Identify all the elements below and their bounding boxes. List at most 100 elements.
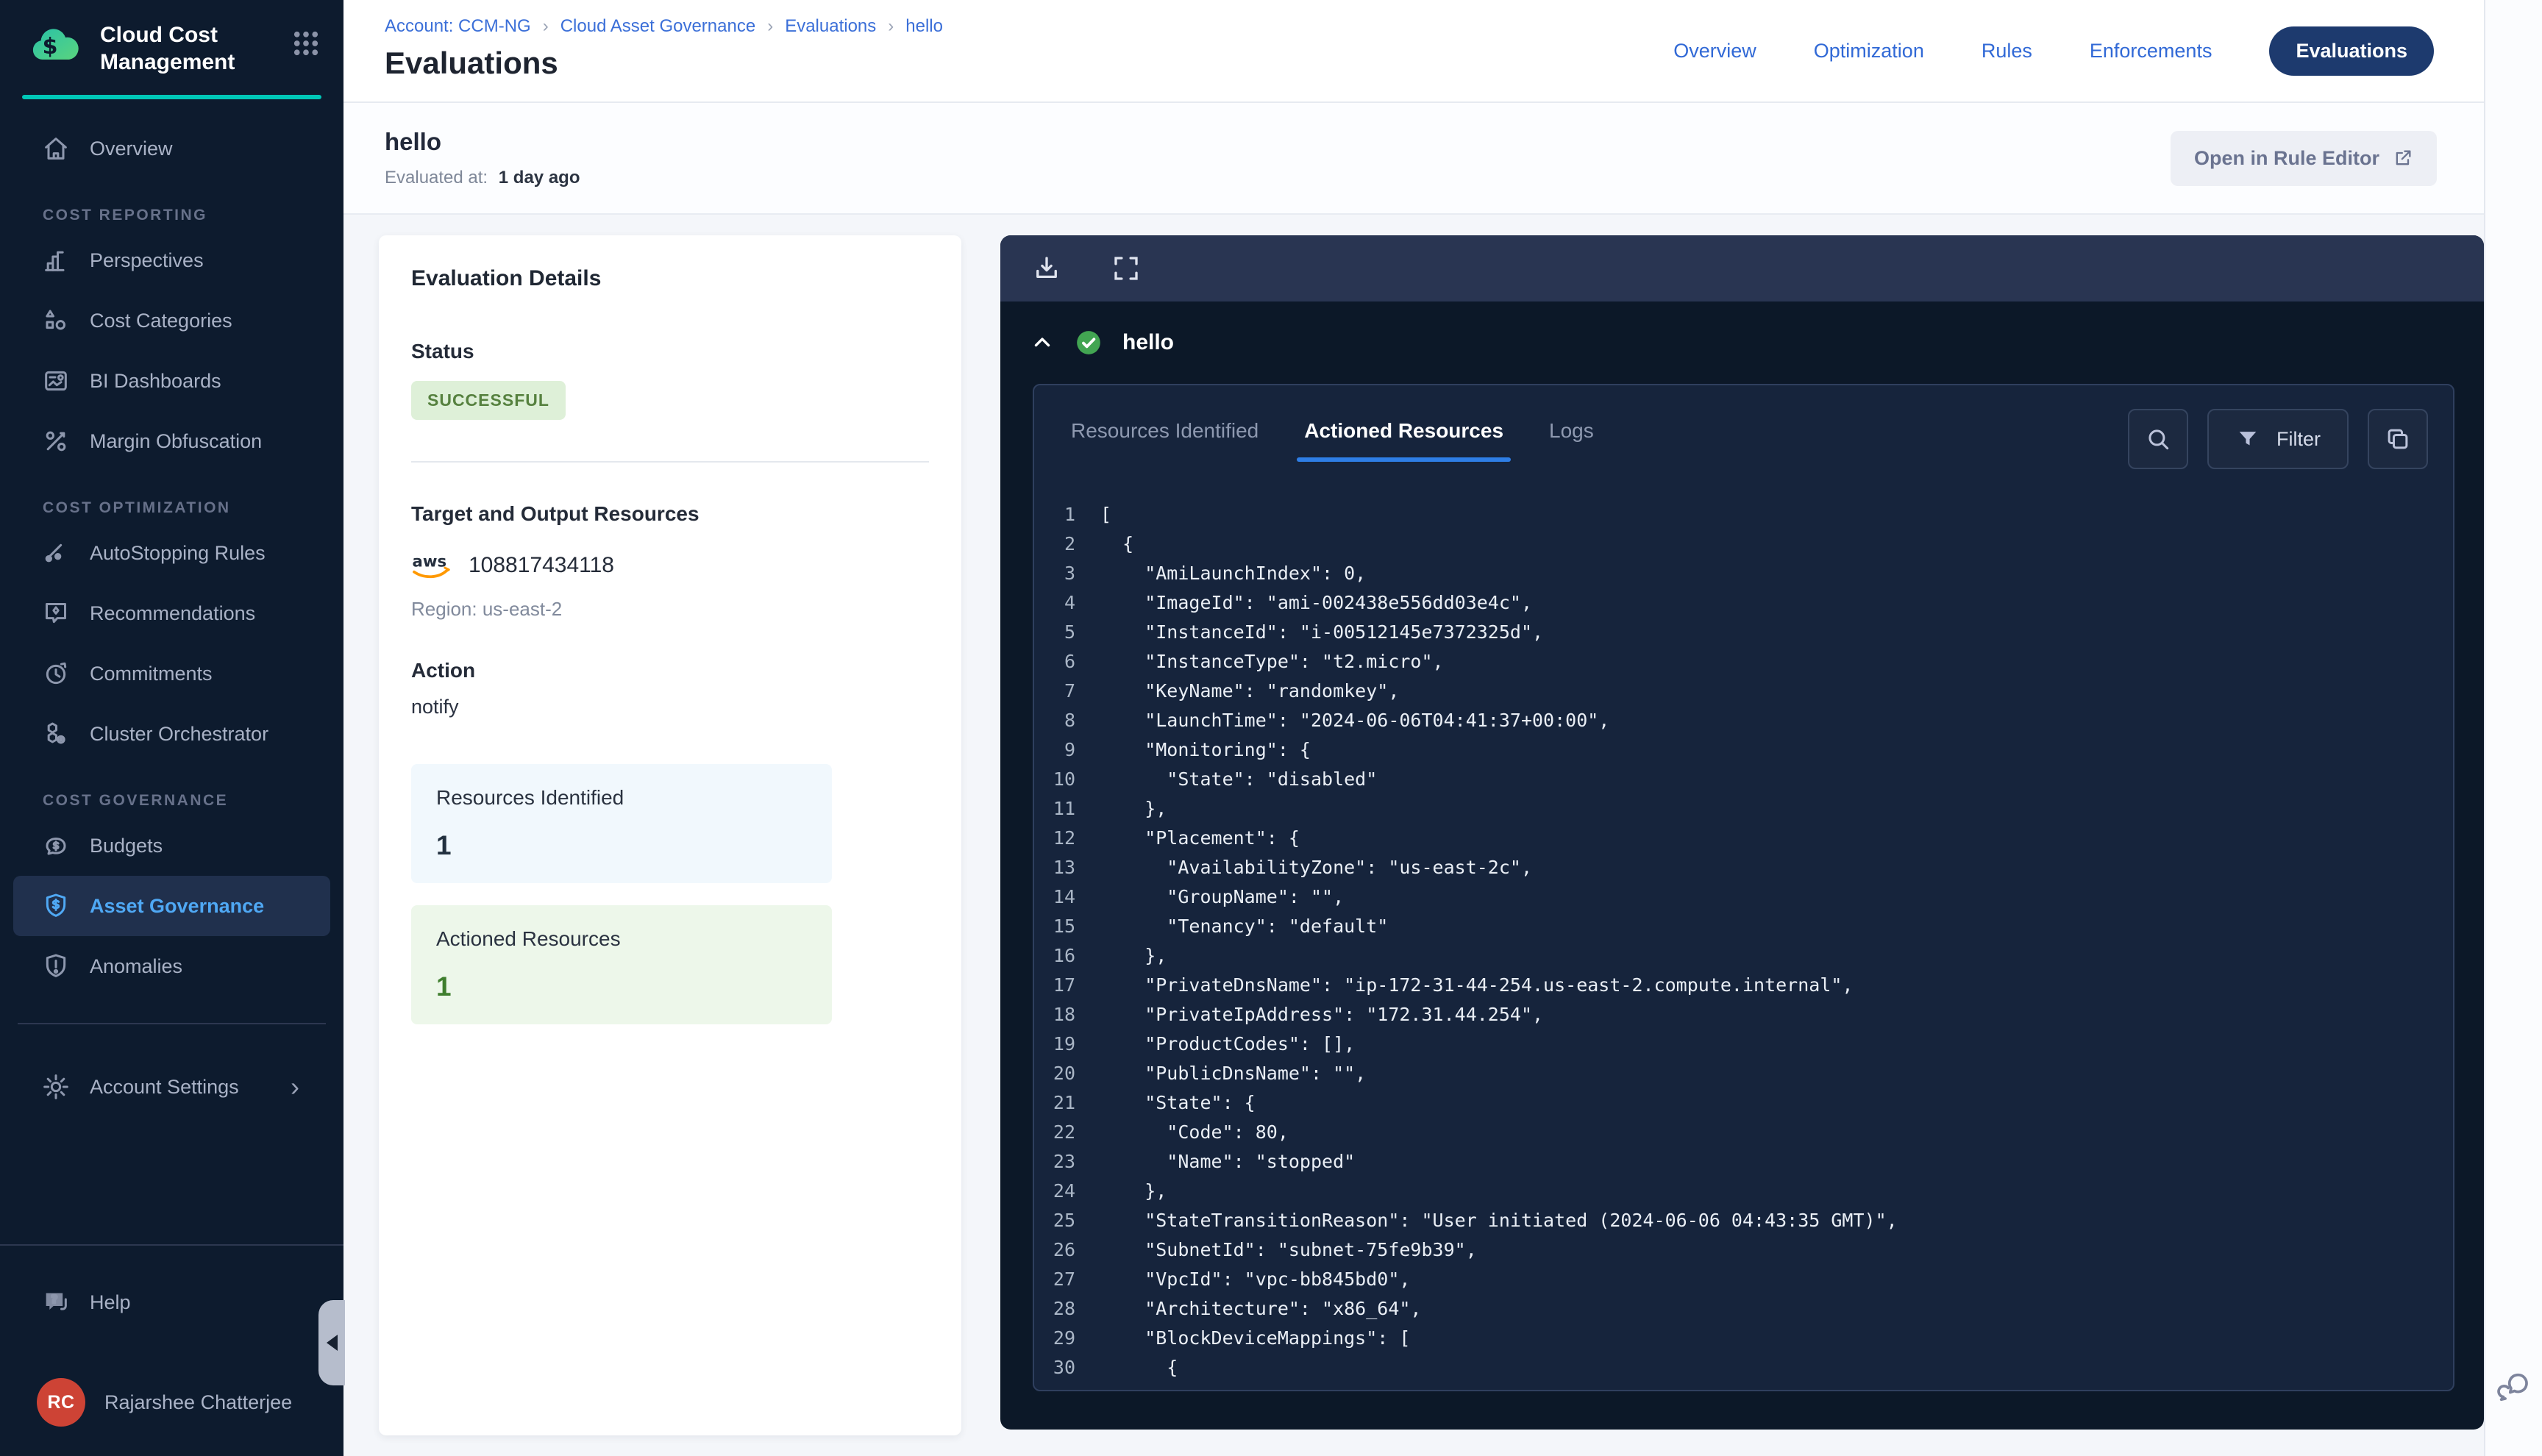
line-number: 12 (1034, 824, 1075, 853)
sidebar-section-cost-reporting: COST REPORTING (43, 207, 343, 224)
tab-resources-identified[interactable]: Resources Identified (1069, 409, 1260, 462)
open-in-rule-editor-button[interactable]: Open in Rule Editor (2171, 131, 2437, 186)
stat-label: Resources Identified (436, 786, 807, 810)
line-number: 25 (1034, 1206, 1075, 1235)
filter-label: Filter (2276, 428, 2321, 451)
evaluation-subheader: hello Evaluated at: 1 day ago Open in Ru… (343, 103, 2484, 215)
sidebar-footer: ? Help RC Rajarshee Chatterjee (0, 1244, 343, 1456)
sidebar-item-autostopping-rules[interactable]: AutoStopping Rules (13, 523, 330, 583)
line-content: "ImageId": "ami-002438e556dd03e4c", (1075, 588, 1532, 618)
breadcrumb-link-evaluations[interactable]: Evaluations (785, 16, 876, 37)
sidebar-item-commitments[interactable]: Commitments (13, 643, 330, 704)
main-area: Account: CCM-NG › Cloud Asset Governance › E… (343, 0, 2484, 1456)
line-number: 28 (1034, 1294, 1075, 1324)
code-line: 13 "AvailabilityZone": "us-east-2c", (1034, 853, 2453, 882)
top-nav-rules[interactable]: Rules (1982, 40, 2032, 63)
top-nav-evaluations[interactable]: Evaluations (2269, 26, 2434, 76)
tab-actioned-resources[interactable]: Actioned Resources (1303, 409, 1505, 462)
sidebar-item-account-settings[interactable]: Account Settings › (13, 1057, 330, 1117)
card-title: Evaluation Details (411, 266, 929, 291)
sidebar-collapse-handle[interactable] (318, 1300, 345, 1385)
top-nav-enforcements[interactable]: Enforcements (2090, 40, 2212, 63)
success-check-icon (1074, 328, 1103, 357)
line-content: "VpcId": "vpc-bb845bd0", (1075, 1265, 1410, 1294)
code-line: 6 "InstanceType": "t2.micro", (1034, 647, 2453, 677)
code-line: 18 "PrivateIpAddress": "172.31.44.254", (1034, 1000, 2453, 1029)
breadcrumb-separator: › (767, 16, 773, 37)
fullscreen-icon[interactable] (1111, 253, 1142, 284)
sidebar-item-recommendations[interactable]: Recommendations (13, 583, 330, 643)
evaluation-output-panel: hello Resources Identified Actioned Resou… (1000, 235, 2484, 1430)
line-number: 29 (1034, 1324, 1075, 1353)
breadcrumb-separator: › (888, 16, 894, 37)
sidebar: $ Cloud Cost Management OverviewCOST REP… (0, 0, 343, 1456)
json-code-viewer[interactable]: 1[2 {3 "AmiLaunchIndex": 0,4 "ImageId": … (1034, 500, 2453, 1382)
download-icon[interactable] (1031, 253, 1062, 284)
run-row: hello (1000, 301, 2484, 357)
line-number: 5 (1034, 618, 1075, 647)
chevron-up-icon[interactable] (1030, 330, 1055, 355)
breadcrumb-link-hello[interactable]: hello (905, 16, 943, 37)
shapes-icon (41, 306, 71, 335)
tab-logs[interactable]: Logs (1548, 409, 1595, 462)
dashboard-icon (41, 366, 71, 396)
sidebar-item-asset-governance[interactable]: Asset Governance (13, 876, 330, 936)
region-text: Region: us-east-2 (411, 598, 929, 621)
percent-icon (41, 427, 71, 456)
stat-value: 1 (436, 971, 807, 1002)
search-button[interactable] (2128, 409, 2188, 469)
action-value: notify (411, 696, 929, 718)
module-grid-icon[interactable] (291, 28, 321, 63)
sidebar-item-label: Cost Categories (90, 310, 232, 332)
copy-icon[interactable] (2368, 409, 2428, 469)
line-content: "StateTransitionReason": "User initiated… (1075, 1206, 1898, 1235)
page-title: Evaluations (385, 46, 943, 81)
sidebar-item-overview[interactable]: Overview (13, 118, 330, 179)
line-content: "GroupName": "", (1075, 882, 1344, 912)
commitments-icon (41, 659, 71, 688)
code-line: 2 { (1034, 529, 2453, 559)
code-line: 11 }, (1034, 794, 2453, 824)
line-content: [ (1075, 500, 1111, 529)
tab-actions: Filter (2128, 409, 2428, 469)
sidebar-item-label: Asset Governance (90, 895, 264, 918)
line-content: "Placement": { (1075, 824, 1300, 853)
sidebar-item-help[interactable]: ? Help (13, 1272, 330, 1332)
svg-text:aws: aws (413, 552, 447, 571)
action-label: Action (411, 659, 929, 682)
sidebar-item-budgets[interactable]: Budgets (13, 816, 330, 876)
panel-toolbar (1000, 235, 2484, 301)
line-content: "State": { (1075, 1088, 1256, 1118)
filter-button[interactable]: Filter (2207, 409, 2349, 469)
line-number: 10 (1034, 765, 1075, 794)
sidebar-item-label: Perspectives (90, 249, 204, 272)
line-content: }, (1075, 794, 1167, 824)
code-line: 21 "State": { (1034, 1088, 2453, 1118)
top-nav-overview[interactable]: Overview (1673, 40, 1756, 63)
line-content: "Name": "stopped" (1075, 1147, 1355, 1177)
module-top-nav: Overview Optimization Rules Enforcements Eva… (1673, 0, 2443, 101)
status-badge: SUCCESSFUL (411, 381, 566, 420)
sidebar-item-cost-categories[interactable]: Cost Categories (13, 290, 330, 351)
sidebar-item-bi-dashboards[interactable]: BI Dashboards (13, 351, 330, 411)
line-content: "KeyName": "randomkey", (1075, 677, 1399, 706)
breadcrumb-link-account-ccm-ng[interactable]: Account: CCM-NG (385, 16, 531, 37)
line-number: 15 (1034, 912, 1075, 941)
code-line: 16 }, (1034, 941, 2453, 971)
top-nav-optimization[interactable]: Optimization (1814, 40, 1924, 63)
sidebar-item-margin-obfuscation[interactable]: Margin Obfuscation (13, 411, 330, 471)
user-profile-row[interactable]: RC Rajarshee Chatterjee (13, 1371, 330, 1434)
feedback-chat-icon[interactable] (2495, 1368, 2533, 1410)
sidebar-item-perspectives[interactable]: Perspectives (13, 230, 330, 290)
sidebar-item-anomalies[interactable]: Anomalies (13, 936, 330, 996)
line-number: 24 (1034, 1177, 1075, 1206)
breadcrumb-separator: › (543, 16, 549, 37)
app-title: Cloud Cost Management (100, 22, 269, 76)
sidebar-item-cluster-orchestrator[interactable]: Cluster Orchestrator (13, 704, 330, 764)
line-number: 30 (1034, 1353, 1075, 1382)
code-line: 29 "BlockDeviceMappings": [ (1034, 1324, 2453, 1353)
line-content: }, (1075, 1177, 1167, 1206)
code-line: 14 "GroupName": "", (1034, 882, 2453, 912)
breadcrumb-link-cloud-asset-governance[interactable]: Cloud Asset Governance (560, 16, 756, 37)
right-rail (2484, 0, 2542, 1456)
